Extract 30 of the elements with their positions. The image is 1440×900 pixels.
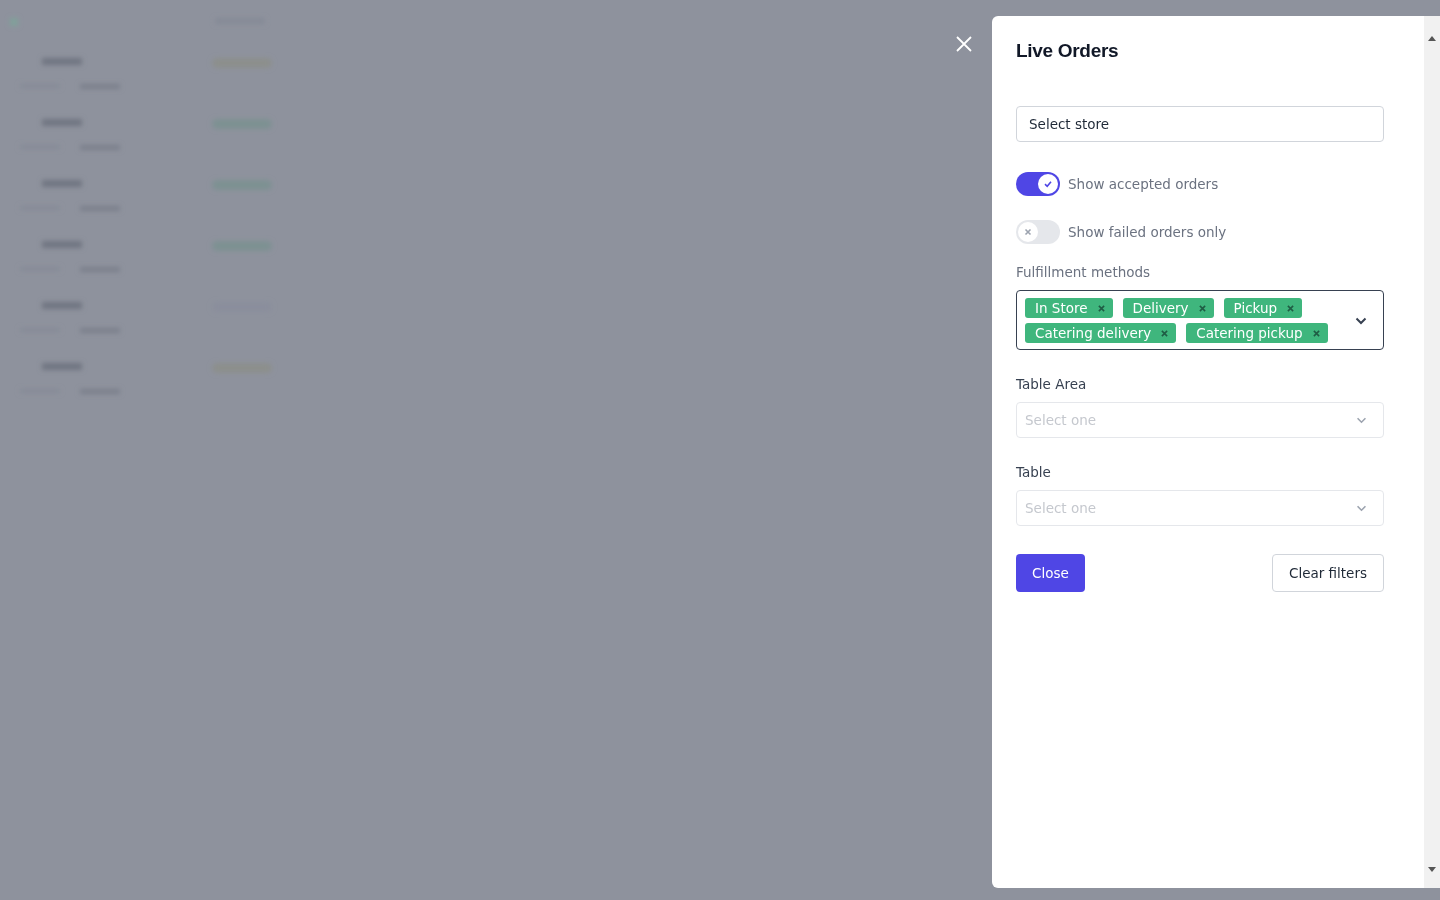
remove-icon[interactable] (1312, 329, 1320, 337)
clear-filters-button[interactable]: Clear filters (1271, 554, 1384, 592)
close-button[interactable]: Close (1016, 554, 1085, 592)
scroll-up-icon[interactable] (1428, 36, 1436, 41)
panel-title: Live Orders (1016, 40, 1120, 62)
tag-chip: Catering pickup (1186, 323, 1328, 343)
check-icon (1043, 179, 1053, 189)
chevron-icon (1355, 316, 1367, 325)
tag-chip: In Store (1025, 298, 1113, 318)
toggle-switch[interactable] (1016, 172, 1060, 196)
tag-chip: Catering delivery (1025, 323, 1177, 343)
field-label: Table Area (1016, 376, 1088, 392)
scrollbar[interactable] (1424, 16, 1440, 888)
chevron-icon (1356, 416, 1367, 424)
field-label: Table (1016, 464, 1052, 480)
field-label: Fulfillment methods (1016, 264, 1152, 280)
tag-chip: Pickup (1223, 298, 1303, 318)
scroll-down-icon[interactable] (1428, 867, 1436, 872)
x-icon (1024, 228, 1032, 236)
close-icon[interactable] (956, 36, 972, 52)
remove-icon[interactable] (1287, 304, 1295, 312)
toggle-switch[interactable] (1016, 220, 1060, 244)
remove-icon[interactable] (1161, 329, 1169, 337)
remove-icon[interactable] (1198, 304, 1206, 312)
store-select[interactable]: Select store (1016, 106, 1384, 142)
tag-chip: Delivery (1122, 298, 1214, 318)
remove-icon[interactable] (1097, 304, 1105, 312)
chevron-icon (1356, 504, 1367, 512)
toggle-label: Show failed orders only (1068, 224, 1227, 240)
toggle-label: Show accepted orders (1068, 176, 1219, 192)
